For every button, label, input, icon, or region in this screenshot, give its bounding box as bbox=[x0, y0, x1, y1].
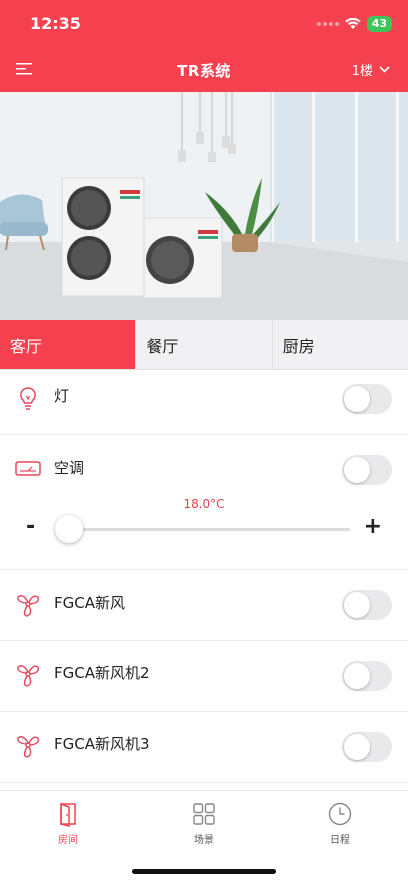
device-name: FGCA新风机3 bbox=[54, 735, 150, 753]
device-row-fresh-air-3: FGCA新风机3 bbox=[0, 712, 408, 783]
fan-icon bbox=[17, 595, 40, 617]
nav-rooms[interactable]: 房间 bbox=[0, 791, 136, 883]
fan-icon bbox=[17, 665, 40, 687]
room-tabs: 客厅 餐厅 厨房 bbox=[0, 320, 408, 370]
decrease-temperature-button[interactable]: - bbox=[26, 514, 35, 539]
temperature-slider-thumb[interactable] bbox=[55, 515, 83, 543]
grid-icon bbox=[193, 803, 215, 825]
fresh-air-1-toggle[interactable] bbox=[342, 590, 392, 620]
tab-living-room[interactable]: 客厅 bbox=[0, 320, 137, 369]
floor-selector[interactable]: 1楼 bbox=[352, 60, 390, 79]
device-row-light: 灯 bbox=[0, 370, 408, 435]
light-toggle[interactable] bbox=[342, 384, 392, 414]
air-conditioner-icon bbox=[15, 461, 41, 476]
tab-dining-room[interactable]: 餐厅 bbox=[136, 320, 273, 369]
tab-label: 客厅 bbox=[10, 336, 43, 356]
nav-label: 日程 bbox=[330, 835, 350, 846]
temperature-value: 18.0°C bbox=[183, 497, 225, 511]
page-title: TR系统 bbox=[177, 62, 231, 80]
nav-schedule[interactable]: 日程 bbox=[272, 791, 408, 883]
cellular-signal-icon bbox=[316, 22, 339, 26]
status-bar-right: 43 bbox=[316, 16, 392, 32]
increase-temperature-button[interactable]: + bbox=[364, 514, 382, 539]
battery-indicator: 43 bbox=[366, 16, 392, 32]
bulb-icon bbox=[20, 387, 36, 410]
fresh-air-2-toggle[interactable] bbox=[342, 661, 392, 691]
tab-label: 厨房 bbox=[282, 336, 315, 356]
fresh-air-3-toggle[interactable] bbox=[342, 732, 392, 762]
fan-icon bbox=[17, 736, 40, 758]
air-conditioner-toggle[interactable] bbox=[342, 455, 392, 485]
device-name: 灯 bbox=[54, 387, 70, 405]
chevron-down-icon bbox=[379, 66, 390, 73]
tab-label: 餐厅 bbox=[146, 336, 179, 356]
toggle-knob bbox=[344, 663, 370, 689]
status-time: 12:35 bbox=[30, 14, 81, 33]
nav-label: 房间 bbox=[58, 835, 78, 846]
home-indicator bbox=[132, 869, 276, 874]
device-row-fresh-air-2: FGCA新风机2 bbox=[0, 641, 408, 712]
app-header: 12:35 43 TR系统 1楼 bbox=[0, 0, 408, 92]
toggle-knob bbox=[344, 457, 370, 483]
device-name: FGCA新风 bbox=[54, 594, 125, 612]
door-icon bbox=[60, 802, 76, 827]
floor-label: 1楼 bbox=[351, 64, 373, 79]
tab-kitchen[interactable]: 厨房 bbox=[272, 320, 408, 369]
toggle-knob bbox=[344, 592, 370, 618]
toggle-knob bbox=[344, 734, 370, 760]
device-name: FGCA新风机2 bbox=[54, 664, 150, 682]
temperature-slider-track[interactable] bbox=[56, 528, 350, 531]
wifi-icon bbox=[344, 18, 361, 29]
device-name: 空调 bbox=[54, 459, 85, 477]
toggle-knob bbox=[344, 386, 370, 412]
clock-icon bbox=[328, 802, 352, 826]
nav-label: 场景 bbox=[194, 835, 214, 846]
room-banner-image bbox=[0, 92, 408, 320]
device-row-fresh-air-1: FGCA新风 bbox=[0, 570, 408, 641]
